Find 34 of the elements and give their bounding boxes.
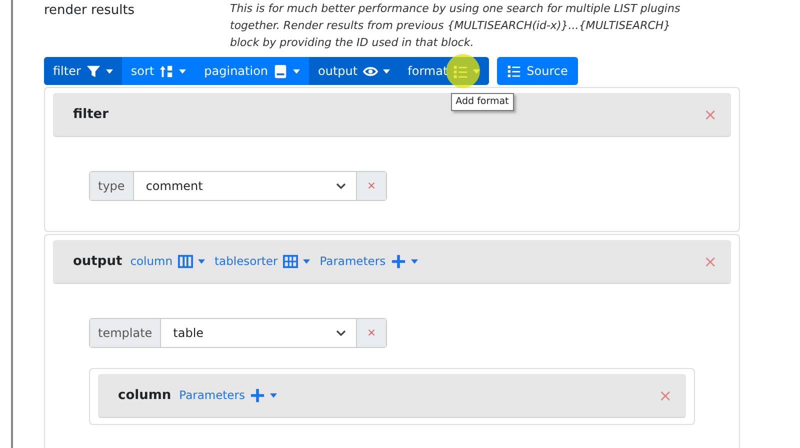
caret-icon	[179, 68, 186, 74]
grid-icon	[282, 254, 298, 269]
caret-icon	[270, 393, 277, 398]
caret-icon	[410, 259, 418, 264]
close-button[interactable]: ×	[658, 388, 672, 404]
block-title: column	[118, 386, 172, 405]
caret-icon	[106, 68, 113, 74]
close-button[interactable]: ×	[704, 254, 717, 270]
list-icon	[506, 64, 521, 78]
columns-icon	[178, 254, 193, 269]
block-title: filter	[73, 106, 109, 124]
setting-label: render results	[44, 2, 136, 20]
toolbar-button[interactable]: pagination	[195, 57, 310, 85]
close-button[interactable]: ×	[704, 106, 717, 122]
caret-icon	[198, 259, 205, 264]
add-link[interactable]: column	[130, 252, 205, 270]
toolbar-button[interactable]: output	[309, 57, 399, 85]
setting-description: This is for much better performance by using one search for multiple LIST plugins together. Render results from previous {MULTISEARCH(id-x)}...{MULTISEARCH} block by providing the ID used in that block.	[230, 1, 680, 51]
plus-icon	[250, 388, 265, 403]
tooltip: Add format	[450, 93, 514, 112]
sort-icon	[159, 64, 174, 78]
filter-icon	[86, 64, 101, 78]
caret-icon	[382, 68, 390, 74]
source-button[interactable]: Source	[496, 57, 578, 85]
plus-icon	[390, 254, 406, 269]
toolbar-button[interactable]: sort	[122, 57, 196, 85]
book-icon	[273, 64, 288, 78]
toolbar-button[interactable]: filter	[44, 57, 122, 85]
add-link[interactable]: Parameters	[320, 252, 418, 270]
caret-icon	[293, 68, 300, 74]
block-title: output	[73, 252, 122, 271]
caret-icon	[302, 259, 310, 264]
add-link[interactable]: tablesorter	[214, 252, 310, 270]
add-link[interactable]: Parameters	[179, 386, 277, 404]
